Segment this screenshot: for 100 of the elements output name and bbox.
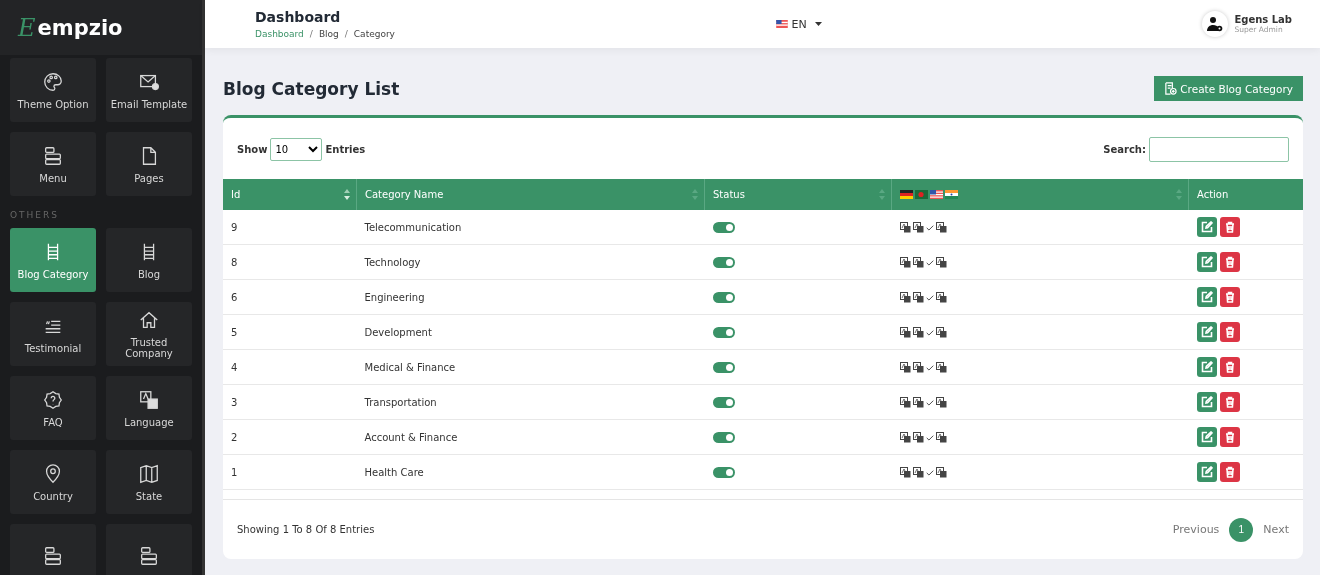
sidebar-item[interactable]	[10, 524, 96, 575]
translate-icon[interactable]	[912, 256, 924, 268]
translate-icon[interactable]	[935, 326, 947, 338]
column-header: Action	[1197, 189, 1229, 200]
sidebar-item[interactable]: Theme Option	[10, 58, 96, 122]
edit-button[interactable]	[1196, 217, 1217, 237]
trash-icon	[1223, 326, 1236, 338]
translate-icon[interactable]	[935, 256, 947, 268]
translate-icon[interactable]	[935, 431, 947, 443]
stacked-bars-icon	[42, 144, 64, 167]
translate-icon[interactable]	[912, 361, 924, 373]
page-button[interactable]: 1	[1229, 517, 1254, 542]
show-label: Show	[237, 144, 268, 155]
translate-icon[interactable]	[912, 396, 924, 408]
translate-icon[interactable]	[935, 466, 947, 478]
edit-button[interactable]	[1196, 252, 1217, 272]
stacked-bars-icon	[42, 545, 64, 567]
status-toggle[interactable]	[712, 466, 735, 478]
delete-button[interactable]	[1219, 322, 1240, 342]
sidebar-item[interactable]	[106, 524, 192, 575]
user-avatar[interactable]	[1202, 11, 1229, 37]
document-plus-icon	[1164, 82, 1178, 95]
us-flag-icon	[930, 190, 943, 199]
table-cell: Medical & Finance	[356, 349, 705, 385]
table-cell: Development	[356, 314, 705, 350]
caret-icon	[814, 21, 822, 27]
palette-icon	[42, 70, 64, 93]
sidebar-item[interactable]: Email Template	[106, 58, 192, 122]
translate-icon[interactable]	[912, 466, 924, 478]
translate-icon[interactable]	[899, 291, 911, 303]
status-toggle[interactable]	[712, 431, 735, 443]
language-dropdown[interactable]: EN	[775, 17, 822, 31]
edit-button[interactable]	[1196, 357, 1217, 377]
translate-icon[interactable]	[935, 361, 947, 373]
trash-icon	[1223, 291, 1236, 303]
stacked-bars-icon	[138, 545, 160, 567]
table-cell: 2	[223, 419, 357, 455]
sidebar-item[interactable]: Blog Category	[10, 228, 96, 292]
status-toggle[interactable]	[712, 326, 735, 338]
delete-button[interactable]	[1219, 217, 1240, 237]
sidebar-item[interactable]: FAQ	[10, 376, 96, 440]
column-header: Category Name	[365, 189, 444, 200]
breadcrumb-link[interactable]: Dashboard	[255, 29, 304, 39]
translate-icon[interactable]	[899, 396, 911, 408]
edit-button[interactable]	[1196, 427, 1217, 447]
sidebar-item[interactable]: Menu	[10, 132, 96, 196]
translate-icon[interactable]	[935, 396, 947, 408]
sidebar-item[interactable]: State	[106, 450, 192, 514]
edit-button[interactable]	[1196, 287, 1217, 307]
question-badge-icon	[42, 388, 64, 411]
next-link[interactable]: Next	[1263, 523, 1289, 536]
translate-icon[interactable]	[899, 221, 911, 233]
edit-icon	[1200, 256, 1213, 268]
delete-button[interactable]	[1219, 427, 1240, 447]
translate-icon[interactable]	[912, 291, 924, 303]
translate-icon[interactable]	[912, 221, 924, 233]
entries-summary: Showing 1 To 8 Of 8 Entries	[237, 524, 375, 535]
sidebar-item[interactable]: Pages	[106, 132, 192, 196]
sort-icon[interactable]	[344, 189, 350, 200]
translate-icon[interactable]	[912, 326, 924, 338]
sidebar-item[interactable]: Blog	[106, 228, 192, 292]
sidebar-item[interactable]: Country	[10, 450, 96, 514]
translate-icon[interactable]	[899, 256, 911, 268]
delete-button[interactable]	[1219, 287, 1240, 307]
sidebar-item[interactable]: Testimonial	[10, 302, 96, 366]
table-cell: 4	[223, 349, 357, 385]
trash-icon	[1223, 466, 1236, 478]
logo-mark: E	[18, 13, 36, 42]
status-toggle[interactable]	[712, 291, 735, 303]
edit-button[interactable]	[1196, 462, 1217, 482]
delete-button[interactable]	[1219, 357, 1240, 377]
entries-select[interactable]: 10	[270, 138, 323, 161]
previous-link[interactable]: Previous	[1172, 523, 1220, 536]
sidebar-item[interactable]: Language	[106, 376, 192, 440]
delete-button[interactable]	[1219, 462, 1240, 482]
status-toggle[interactable]	[712, 221, 735, 233]
edit-button[interactable]	[1196, 392, 1217, 412]
breadcrumb-separator: /	[309, 29, 313, 39]
delete-button[interactable]	[1219, 392, 1240, 412]
translate-icon[interactable]	[899, 326, 911, 338]
edit-button[interactable]	[1196, 322, 1217, 342]
breadcrumb-link[interactable]: Blog	[318, 29, 339, 39]
translate-icon[interactable]	[935, 291, 947, 303]
table-cell: 8	[223, 244, 357, 280]
logo-text: empzio	[37, 15, 123, 40]
translate-icon[interactable]	[899, 466, 911, 478]
user-name: Egens Lab	[1234, 14, 1292, 25]
translate-icon[interactable]	[899, 361, 911, 373]
status-toggle[interactable]	[712, 396, 735, 408]
status-toggle[interactable]	[712, 256, 735, 268]
search-field[interactable]	[1149, 137, 1289, 162]
delete-button[interactable]	[1219, 252, 1240, 272]
status-toggle[interactable]	[712, 361, 735, 373]
sidebar-item[interactable]: Trusted Company	[106, 302, 192, 366]
table-cell: 9	[223, 210, 357, 245]
bangladesh-flag-icon	[915, 190, 928, 199]
create-blog-category-button[interactable]: Create Blog Category	[1154, 76, 1303, 101]
translate-icon[interactable]	[899, 431, 911, 443]
translate-icon[interactable]	[935, 221, 947, 233]
translate-icon[interactable]	[912, 431, 924, 443]
